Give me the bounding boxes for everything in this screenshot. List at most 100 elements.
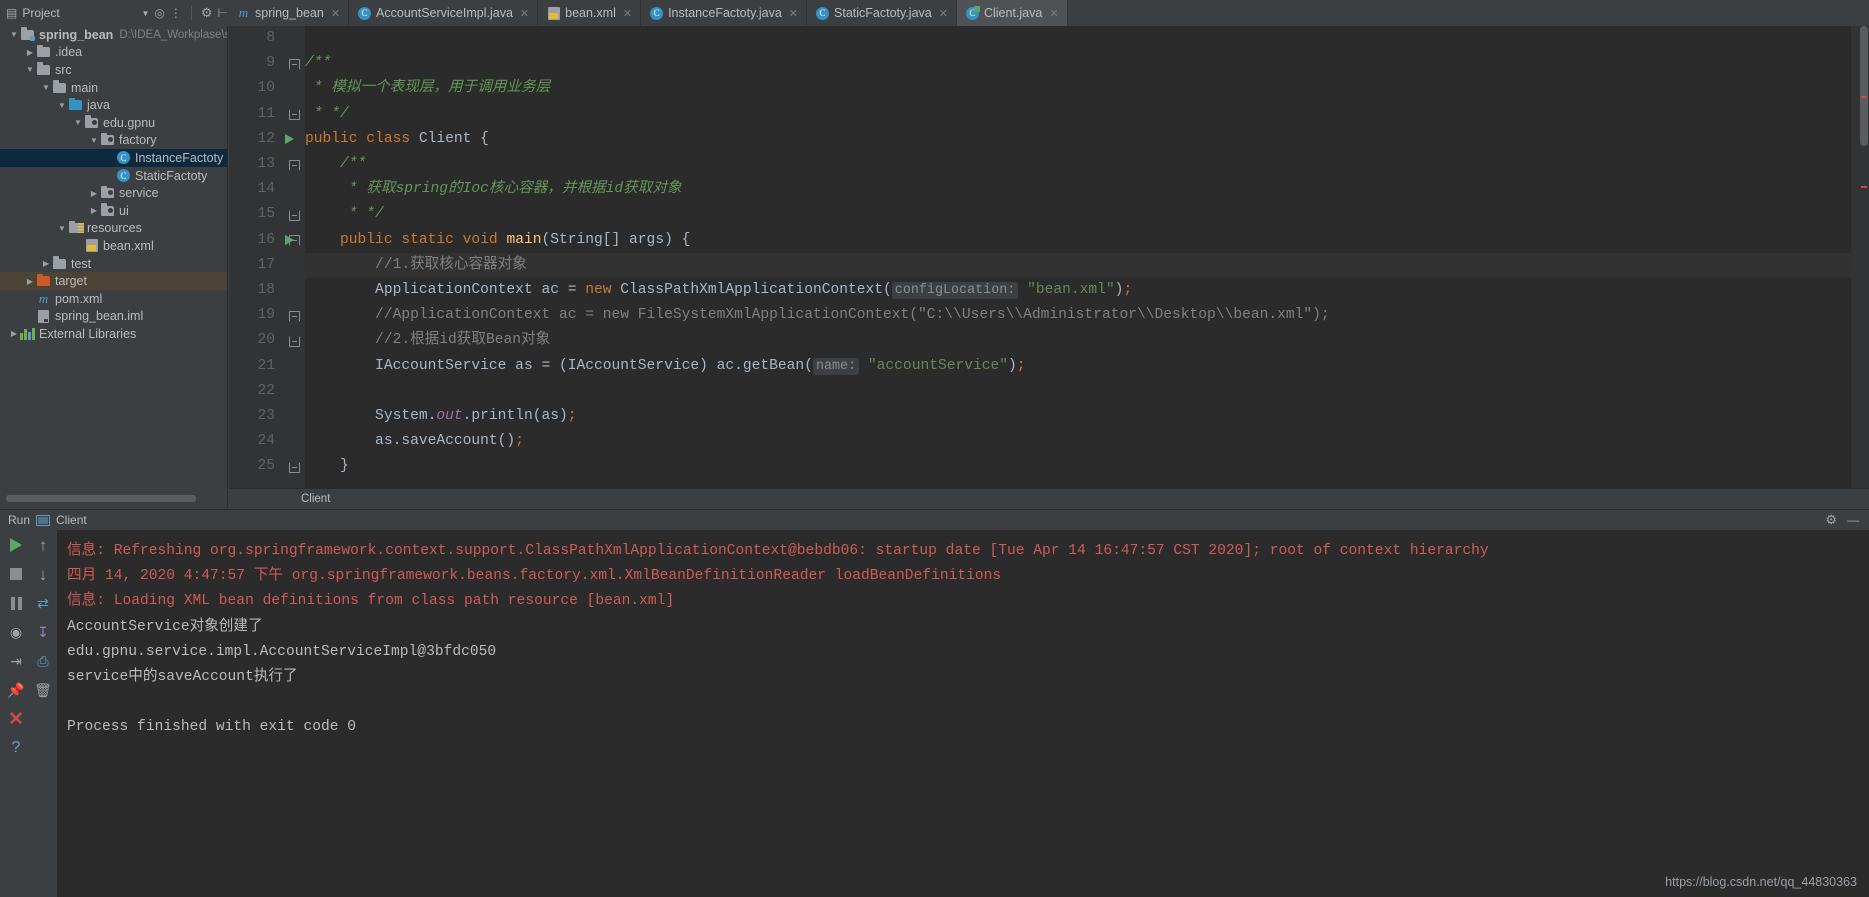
console-output[interactable]: 信息: Refreshing org.springframework.conte… bbox=[57, 530, 1869, 897]
hide-panel-icon[interactable]: — bbox=[1847, 514, 1859, 526]
run-configuration-name[interactable]: Client bbox=[56, 513, 87, 527]
tree-node-target[interactable]: ▶ target bbox=[0, 272, 227, 290]
tree-node-spring-bean-iml[interactable]: spring_bean.iml bbox=[0, 308, 227, 326]
close-icon[interactable]: ✕ bbox=[939, 7, 948, 20]
code-fold-icon[interactable] bbox=[289, 159, 300, 171]
chevron-down-icon[interactable]: ▼ bbox=[24, 65, 36, 74]
project-tree-panel[interactable]: ▼ spring_bean D:\IDEA_Workplase\sprin ▶ .ide… bbox=[0, 26, 228, 508]
editor-tab-instancefactoty[interactable]: C InstanceFactoty.java ✕ bbox=[641, 0, 808, 26]
horizontal-scrollbar[interactable] bbox=[6, 495, 196, 502]
chevron-down-icon[interactable]: ▼ bbox=[88, 136, 100, 145]
code-line[interactable]: /** bbox=[305, 51, 1869, 76]
code-fold-icon[interactable] bbox=[289, 109, 300, 121]
tree-node-factory[interactable]: ▼ factory bbox=[0, 132, 227, 150]
code-fold-icon[interactable] bbox=[289, 58, 300, 70]
rerun-icon[interactable] bbox=[5, 534, 27, 556]
editor-gutter[interactable]: 8 9 10 11 12 13 14 15 16 17 18 19 20 21 22 23 24 25 bbox=[229, 26, 305, 508]
tree-node-java[interactable]: ▼ java bbox=[0, 96, 227, 114]
project-view-icon[interactable]: ▤ bbox=[6, 7, 17, 19]
tree-node-ui[interactable]: ▶ ui bbox=[0, 202, 227, 220]
settings-gear-icon[interactable]: ⚙ bbox=[1825, 512, 1837, 528]
editor-tab-client[interactable]: C Client.java ✕ bbox=[956, 0, 1068, 26]
code-line[interactable] bbox=[305, 379, 1869, 404]
tree-node-service[interactable]: ▶ service bbox=[0, 184, 227, 202]
tree-node-edu-gpnu[interactable]: ▼ edu.gpnu bbox=[0, 114, 227, 132]
code-line[interactable]: } bbox=[305, 454, 1869, 479]
code-fold-icon[interactable] bbox=[289, 209, 300, 221]
editor-tab-bean-xml[interactable]: bean.xml ✕ bbox=[538, 0, 642, 26]
code-line[interactable]: //2.根据id获取Bean对象 bbox=[305, 328, 1869, 353]
editor-tab-spring-bean[interactable]: m spring_bean ✕ bbox=[228, 0, 350, 26]
tree-node-external-libraries[interactable]: ▶ External Libraries bbox=[0, 325, 227, 343]
code-line[interactable]: * */ bbox=[305, 102, 1869, 127]
code-line[interactable]: * 模拟一个表现层，用于调用业务层 bbox=[305, 76, 1869, 101]
close-icon[interactable]: ✕ bbox=[623, 7, 632, 20]
code-text-area[interactable]: /** * 模拟一个表现层，用于调用业务层 * */ public class C… bbox=[305, 26, 1869, 508]
editor-scroll-rail[interactable] bbox=[1851, 26, 1869, 508]
chevron-right-icon[interactable]: ▶ bbox=[88, 189, 100, 198]
code-fold-icon[interactable] bbox=[289, 310, 300, 322]
stop-icon[interactable] bbox=[5, 563, 27, 585]
code-line[interactable]: * 获取spring的Ioc核心容器，并根据id获取对象 bbox=[305, 177, 1869, 202]
tree-node-staticfactoty[interactable]: C StaticFactoty bbox=[0, 167, 227, 185]
code-line[interactable]: * */ bbox=[305, 202, 1869, 227]
code-line[interactable]: /** bbox=[305, 152, 1869, 177]
settings-gear-icon[interactable]: ⚙ bbox=[201, 5, 213, 21]
code-fold-icon[interactable] bbox=[289, 461, 300, 473]
chevron-right-icon[interactable]: ▶ bbox=[8, 329, 20, 338]
tree-node-bean-xml[interactable]: bean.xml bbox=[0, 237, 227, 255]
tree-node-pom-xml[interactable]: m pom.xml bbox=[0, 290, 227, 308]
vertical-scrollbar[interactable] bbox=[1860, 26, 1868, 146]
up-stack-icon[interactable]: ↑ bbox=[32, 534, 54, 556]
close-icon[interactable]: ✕ bbox=[789, 7, 798, 20]
chevron-down-icon[interactable]: ▼ bbox=[72, 118, 84, 127]
code-line[interactable] bbox=[305, 26, 1869, 51]
tree-node-instancefactoty[interactable]: C InstanceFactoty bbox=[0, 149, 227, 167]
chevron-down-icon[interactable]: ▼ bbox=[56, 224, 68, 233]
chevron-right-icon[interactable]: ▶ bbox=[24, 277, 36, 286]
clear-all-icon[interactable]: 🗑 bbox=[32, 679, 54, 701]
close-icon[interactable]: ✕ bbox=[520, 7, 529, 20]
run-gutter-icon[interactable] bbox=[285, 133, 294, 144]
scroll-to-end-icon[interactable]: ↧ bbox=[32, 621, 54, 643]
chevron-down-icon[interactable]: ▼ bbox=[8, 30, 20, 39]
close-icon[interactable]: ✕ bbox=[1049, 7, 1058, 20]
editor-tab-staticfactoty[interactable]: C StaticFactoty.java ✕ bbox=[807, 0, 957, 26]
code-line[interactable]: IAccountService as = (IAccountService) a… bbox=[305, 354, 1869, 379]
help-icon[interactable]: ? bbox=[5, 737, 27, 759]
code-line[interactable]: //1.获取核心容器对象 bbox=[305, 252, 1869, 278]
pause-icon[interactable] bbox=[5, 592, 27, 614]
code-line[interactable]: public class Client { bbox=[305, 127, 1869, 152]
code-line[interactable]: //ApplicationContext ac = new FileSystem… bbox=[305, 303, 1869, 328]
tree-node-main[interactable]: ▼ main bbox=[0, 79, 227, 97]
chevron-down-icon[interactable]: ▼ bbox=[40, 83, 52, 92]
tree-node-test[interactable]: ▶ test bbox=[0, 255, 227, 273]
close-icon[interactable]: ✕ bbox=[331, 7, 340, 20]
print-icon[interactable]: ⎙ bbox=[32, 650, 54, 672]
tree-node-spring-bean[interactable]: ▼ spring_bean D:\IDEA_Workplase\sprin bbox=[0, 26, 227, 44]
pin-tab-icon[interactable]: 📌 bbox=[5, 679, 27, 701]
code-fold-icon[interactable] bbox=[289, 335, 300, 347]
locate-icon[interactable]: ◎ bbox=[154, 7, 164, 19]
tree-node--idea[interactable]: ▶ .idea bbox=[0, 44, 227, 62]
code-line[interactable]: as.saveAccount(); bbox=[305, 429, 1869, 454]
chevron-down-icon[interactable]: ▼ bbox=[56, 101, 68, 110]
code-fold-icon[interactable] bbox=[289, 235, 300, 247]
code-editor[interactable]: 8 9 10 11 12 13 14 15 16 17 18 19 20 21 22 23 24 25 /** *… bbox=[229, 26, 1869, 508]
soft-wrap-icon[interactable]: ⇄ bbox=[32, 592, 54, 614]
code-line[interactable]: ApplicationContext ac = new ClassPathXml… bbox=[305, 278, 1869, 303]
code-line[interactable]: System.out.println(as); bbox=[305, 404, 1869, 429]
exit-icon[interactable]: ⇥ bbox=[5, 650, 27, 672]
tree-node-src[interactable]: ▼ src bbox=[0, 61, 227, 79]
editor-tab-accountserviceimpl[interactable]: C AccountServiceImpl.java ✕ bbox=[349, 0, 539, 26]
close-icon[interactable]: ✕ bbox=[5, 708, 27, 730]
hide-icon[interactable]: ⊢ bbox=[218, 7, 228, 19]
tree-node-resources[interactable]: ▼ resources bbox=[0, 220, 227, 238]
chevron-right-icon[interactable]: ▶ bbox=[88, 206, 100, 215]
collapse-all-icon[interactable]: ⋮ bbox=[170, 7, 182, 19]
chevron-right-icon[interactable]: ▶ bbox=[24, 48, 36, 57]
breadcrumb[interactable]: Client bbox=[229, 488, 1869, 508]
down-stack-icon[interactable]: ↓ bbox=[32, 563, 54, 585]
code-line[interactable]: public static void main(String[] args) { bbox=[305, 228, 1869, 253]
chevron-down-icon[interactable]: ▼ bbox=[141, 9, 149, 18]
